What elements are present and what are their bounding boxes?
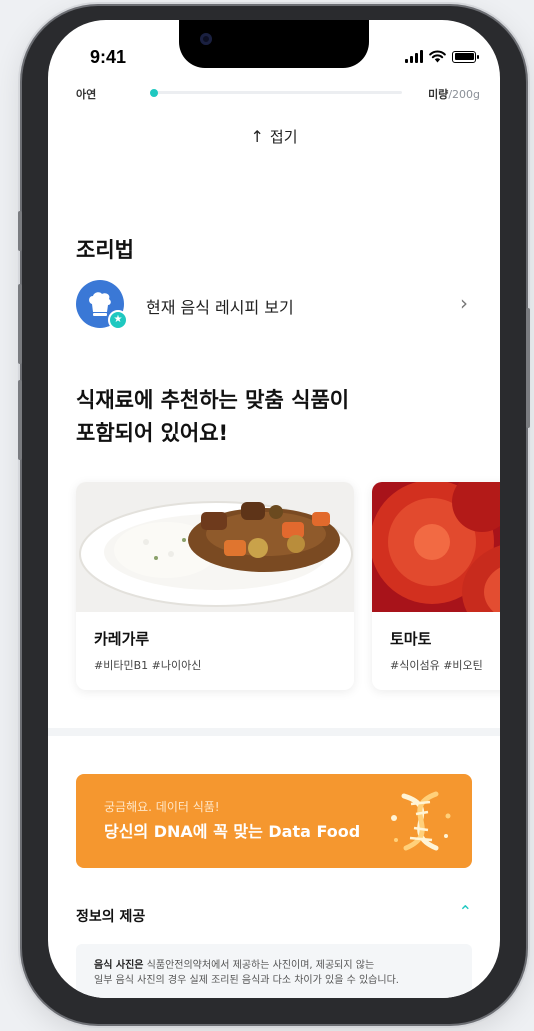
mute-switch	[18, 211, 22, 251]
wifi-icon	[429, 50, 446, 63]
food-card-tomato[interactable]: 토마토 #식이섬유 #비오틴	[372, 482, 500, 690]
banner-subtitle: 궁금해요. 데이터 식품!	[104, 800, 220, 814]
recipe-link-label: 현재 음식 레시피 보기	[146, 298, 294, 317]
status-icons	[405, 50, 479, 63]
recommend-title-line1: 식재료에 추천하는 맞춤 식품이	[76, 388, 350, 412]
collapse-button[interactable]: ↑ 접기	[48, 126, 500, 147]
info-notice-source: 식품안전의약처에서 제공하는 사진이며, 제공되지 않는	[143, 960, 375, 971]
front-camera	[200, 33, 212, 45]
progress-indicator	[150, 88, 158, 97]
section-divider	[48, 728, 500, 736]
progress-track	[150, 88, 402, 97]
dna-icon	[391, 791, 451, 851]
volume-up-button	[18, 284, 22, 364]
chevron-right-icon: ›	[460, 291, 468, 315]
food-card-tags: #비타민B1 #나이아신	[94, 659, 202, 672]
nutrient-amount-value: 미량	[428, 88, 449, 101]
info-notice-bold: 음식 사진은	[94, 960, 144, 971]
nutrient-amount: 미량/200g	[428, 86, 480, 102]
food-card-carousel[interactable]: 카레가루 #비타민B1 #나이아신 토마토 #식이섬유 #비오틴	[76, 482, 500, 692]
food-card-curry[interactable]: 카레가루 #비타민B1 #나이아신	[76, 482, 354, 690]
recipe-link-row[interactable]: ★ 현재 음식 레시피 보기 ›	[76, 280, 472, 330]
info-notice-box: 음식 사진은 식품안전의약처에서 제공하는 사진이며, 제공되지 않는 일부 음…	[76, 944, 472, 998]
screen: 9:41 아연 미량/200g ↑ 접기 조리법 ★ 현재 음식 레시피 보기 …	[48, 20, 500, 998]
data-food-banner[interactable]: 궁금해요. 데이터 식품! 당신의 DNA에 꼭 맞는 Data Food	[76, 774, 472, 868]
arrow-up-icon: ↑	[250, 127, 264, 146]
info-section-title: 정보의 제공	[76, 909, 146, 925]
power-button	[526, 308, 530, 428]
food-card-tags: #식이섬유 #비오틴	[390, 659, 483, 672]
nutrient-progress: 아연 미량/200g	[76, 84, 480, 101]
nutrient-name: 아연	[76, 88, 97, 101]
food-card-name: 카레가루	[94, 630, 150, 648]
status-time: 9:41	[90, 47, 127, 67]
recipe-section-title: 조리법	[76, 238, 134, 262]
info-notice-line2: 일부 음식 사진의 경우 실제 조리된 음식과 다소 차이가 있을 수 있습니다…	[94, 975, 399, 986]
notch	[179, 20, 369, 68]
recommend-title-line2: 포함되어 있어요!	[76, 421, 229, 445]
star-icon: ★	[108, 310, 128, 330]
battery-icon	[452, 50, 479, 63]
collapse-label: 접기	[269, 128, 298, 146]
chevron-up-icon[interactable]: ⌃	[459, 902, 472, 921]
volume-down-button	[18, 380, 22, 460]
info-notice-line1: 음식 사진은 식품안전의약처에서 제공하는 사진이며, 제공되지 않는	[94, 958, 454, 973]
cellular-signal-icon	[405, 50, 423, 63]
nutrient-amount-unit: /200g	[448, 88, 480, 101]
food-card-name: 토마토	[390, 630, 432, 648]
curry-rice-image	[76, 482, 354, 612]
recommend-section-title: 식재료에 추천하는 맞춤 식품이 포함되어 있어요!	[76, 384, 456, 450]
tomato-image	[372, 482, 500, 612]
banner-title: 당신의 DNA에 꼭 맞는 Data Food	[104, 822, 361, 841]
